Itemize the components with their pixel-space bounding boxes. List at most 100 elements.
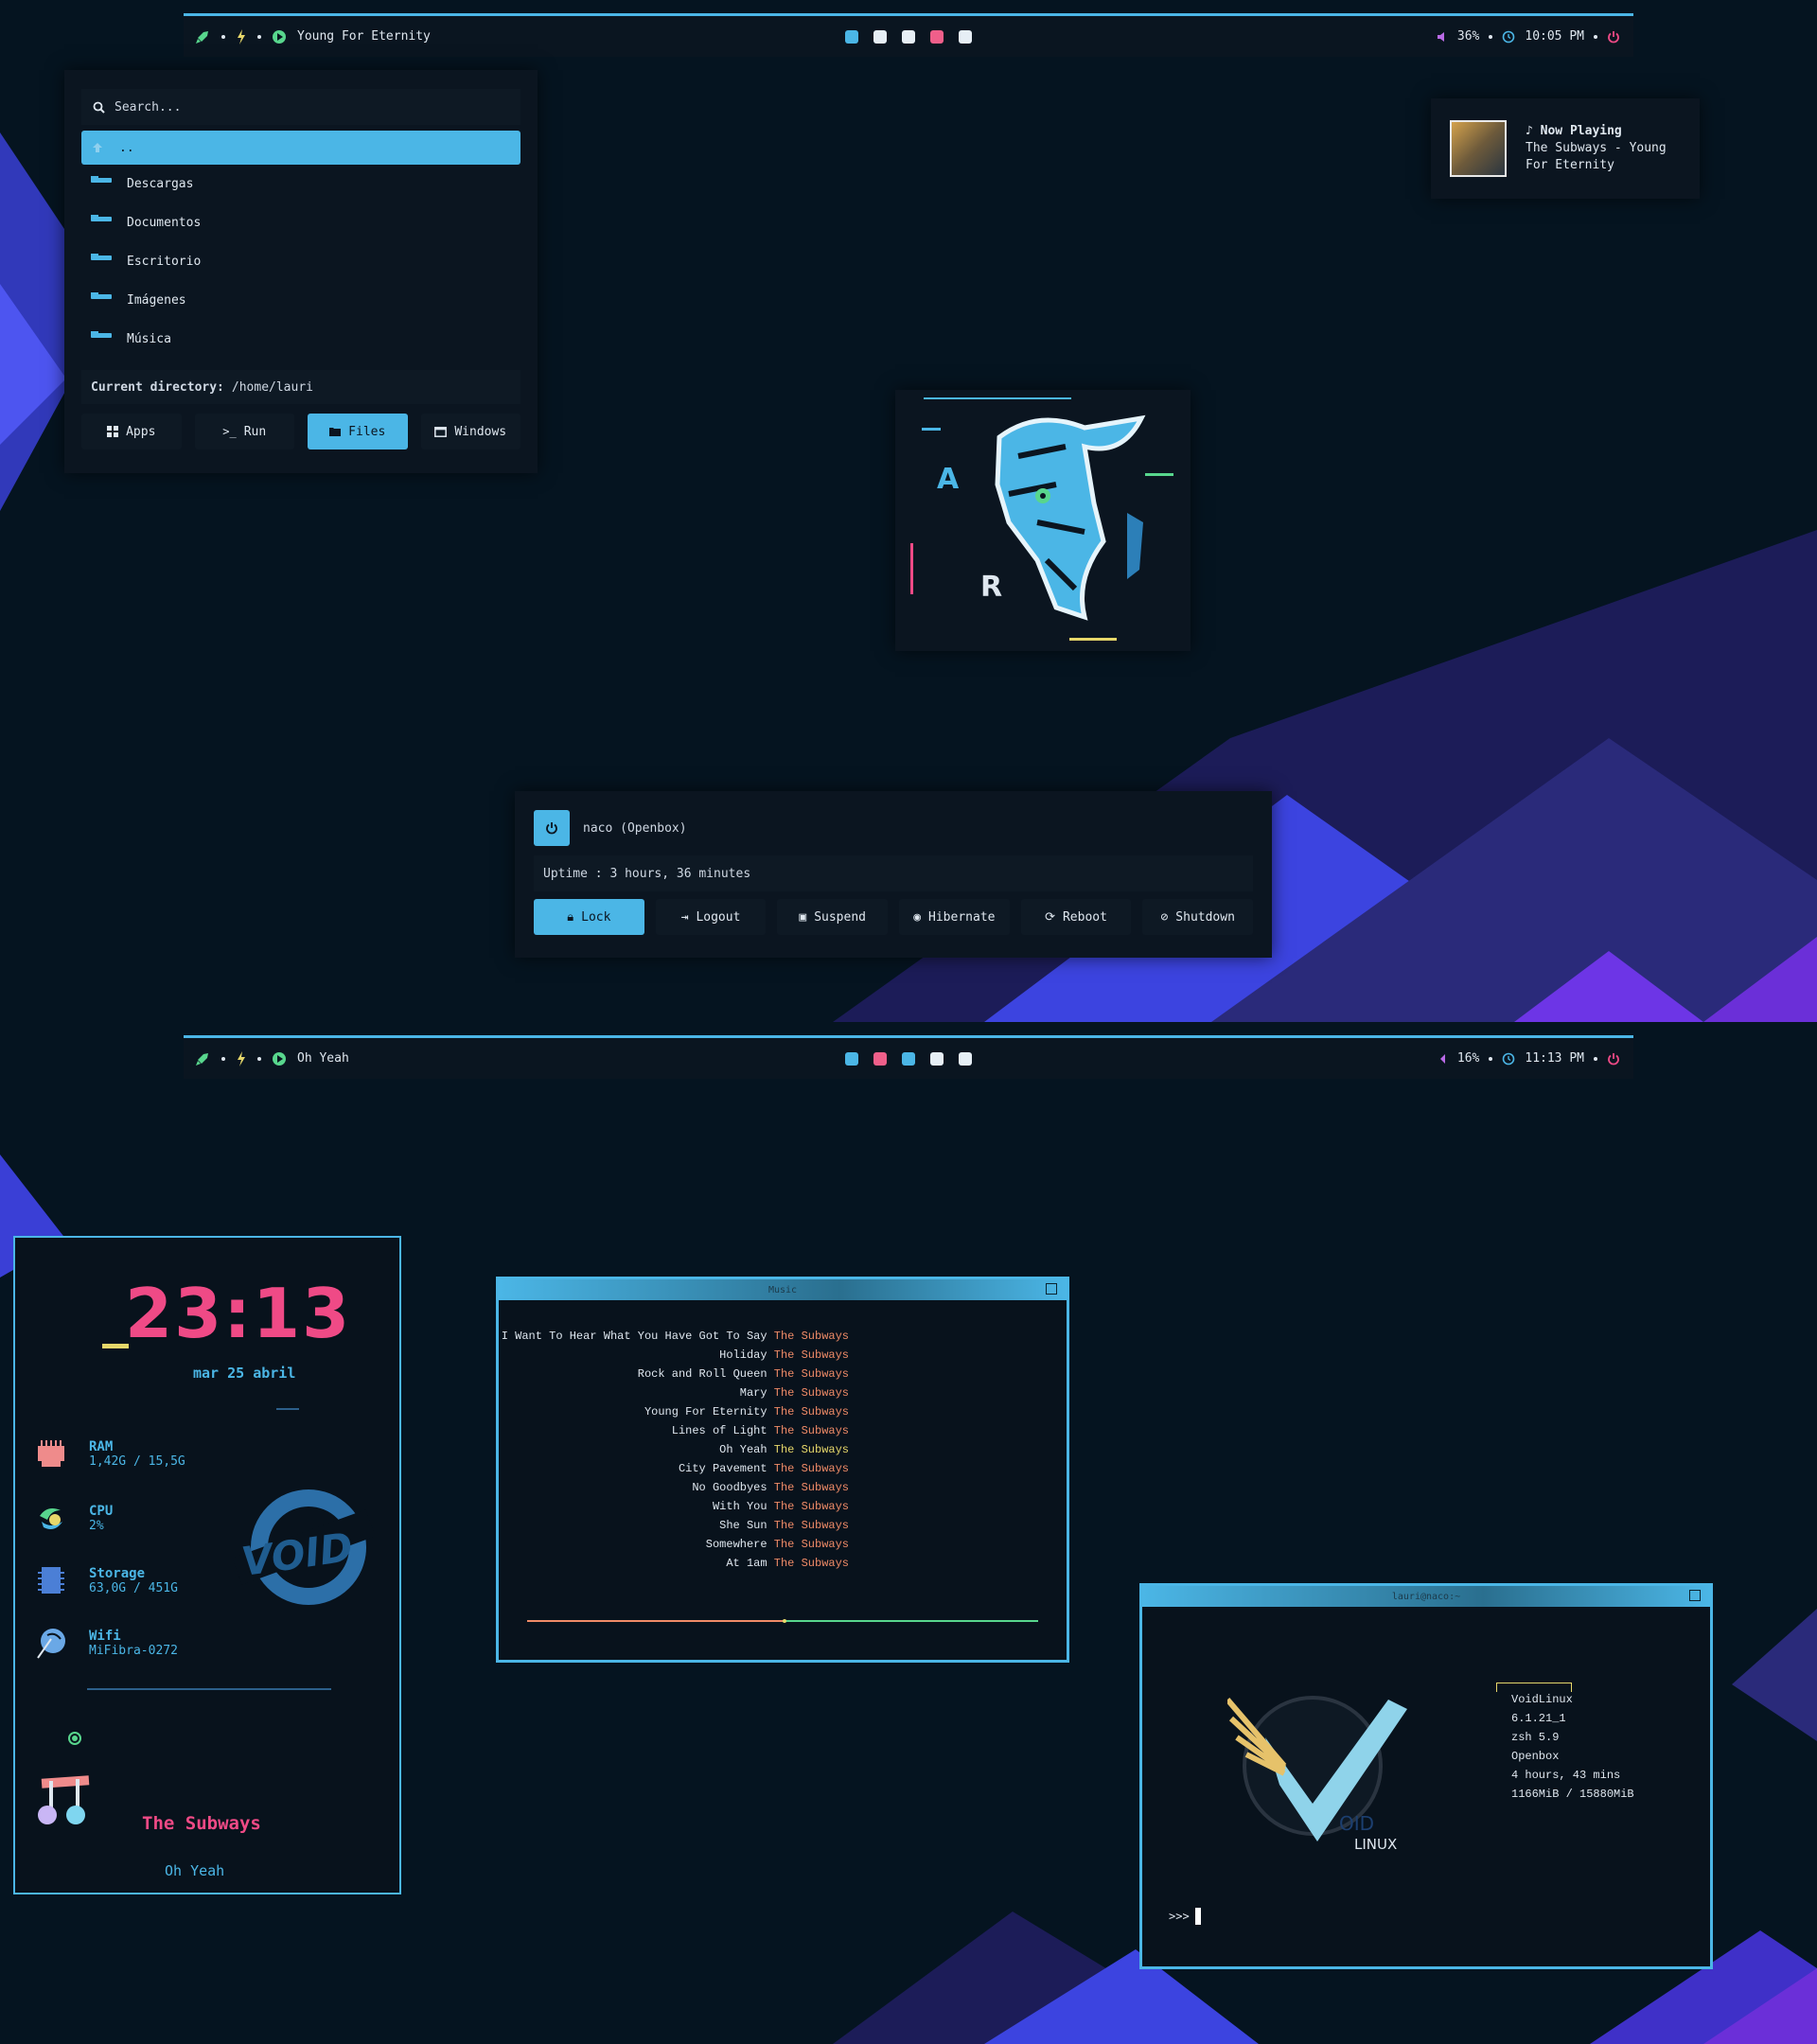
mode-windows-button[interactable]: Windows [420, 414, 520, 449]
workspace-1[interactable] [845, 29, 858, 44]
playlist-track[interactable]: Young For Eternity The Subways [499, 1402, 849, 1421]
album-art-graphic: A R [910, 397, 1173, 641]
file-entry-label: Imágenes [127, 293, 186, 308]
playlist-track[interactable]: Mary The Subways [499, 1383, 849, 1402]
workspace-4[interactable] [930, 29, 944, 44]
void-linux-logo: OID LINUX [1227, 1696, 1407, 1853]
file-entry-escritorio[interactable]: Escritorio [81, 242, 520, 281]
mode-apps-button[interactable]: Apps [81, 414, 182, 449]
track-title: At 1am [726, 1557, 767, 1570]
bottom-bar: Oh Yeah 16% 11:13 PM [184, 1035, 1633, 1079]
file-entry-label: Escritorio [127, 255, 202, 269]
playlist-track[interactable]: Somewhere The Subways [499, 1535, 849, 1554]
playlist-track[interactable]: City Pavement The Subways [499, 1459, 849, 1478]
lightning-icon[interactable] [237, 28, 246, 44]
workspace-4[interactable] [930, 1051, 944, 1066]
reboot-button[interactable]: ⟳ Reboot [1020, 899, 1132, 935]
rocket-icon[interactable] [195, 29, 210, 44]
file-entry-descargas[interactable]: Descargas [81, 165, 520, 203]
power-icon[interactable] [1607, 30, 1620, 44]
track-artist: The Subways [773, 1462, 849, 1475]
track-title: Oh Yeah [719, 1443, 767, 1456]
folder-icon [91, 254, 112, 260]
volume-icon[interactable] [1437, 1053, 1448, 1065]
playlist-track[interactable]: Holiday The Subways [499, 1346, 849, 1365]
playlist-track[interactable]: She Sun The Subways [499, 1516, 849, 1535]
workspace-2[interactable] [873, 1051, 887, 1066]
folder-icon [329, 427, 342, 436]
volume-value[interactable]: 16% [1457, 1051, 1479, 1066]
terminal-window[interactable]: lauri@naco:~ OID LINUX VoidLinux 6.1.21_… [1139, 1583, 1713, 1969]
play-icon[interactable] [273, 29, 286, 44]
workspace-indicators [845, 1051, 972, 1066]
power-icon[interactable] [1607, 1052, 1620, 1066]
maximize-icon[interactable] [1689, 1590, 1701, 1601]
play-icon[interactable] [273, 1051, 286, 1066]
mode-label: Apps [126, 424, 156, 439]
desktop-screen-top: Young For Eternity 36% 10:05 PM Search..… [0, 0, 1817, 1022]
lock-button[interactable]: 🔒︎ Lock [534, 899, 644, 935]
track-title: With You [712, 1500, 767, 1513]
playlist-track[interactable]: No Goodbyes The Subways [499, 1478, 849, 1497]
logout-button[interactable]: ⇥ Logout [655, 899, 767, 935]
file-entry-imagenes[interactable]: Imágenes [81, 281, 520, 320]
cpu-icon [40, 1508, 62, 1529]
volume-icon[interactable] [1437, 31, 1448, 43]
terminal-prompt[interactable]: >>> [1169, 1908, 1201, 1925]
bar-now-playing[interactable]: Oh Yeah [297, 1051, 349, 1066]
track-artist: The Subways [773, 1405, 849, 1418]
shutdown-button[interactable]: ⊘ Shutdown [1142, 899, 1254, 935]
now-playing-line2: For Eternity [1526, 158, 1614, 172]
lightning-icon[interactable] [237, 1050, 246, 1066]
window-titlebar[interactable]: Music [499, 1279, 1067, 1300]
hibernate-button[interactable]: ◉ Hibernate [899, 899, 1010, 935]
playback-progress[interactable] [527, 1619, 1038, 1623]
file-entry-musica[interactable]: Música [81, 320, 520, 359]
file-entry-parent[interactable]: .. [81, 131, 520, 165]
track-artist: The Subways [773, 1443, 849, 1456]
search-field[interactable]: Search... [81, 89, 520, 125]
search-placeholder: Search... [115, 99, 182, 115]
logo-text-linux: LINUX [1354, 1836, 1397, 1853]
file-entry-documentos[interactable]: Documentos [81, 203, 520, 242]
music-player-window[interactable]: Music I Want To Hear What You Have Got T… [496, 1277, 1069, 1663]
desktop-screen-bottom: Oh Yeah 16% 11:13 PM 23:13 mar 25 abril … [0, 1022, 1817, 2044]
folder-icon [91, 292, 112, 299]
mode-files-button[interactable]: Files [308, 414, 408, 449]
shutdown-icon: ⊘ [1160, 909, 1169, 925]
mode-label: Run [243, 424, 267, 439]
playlist-track[interactable]: Rock and Roll Queen The Subways [499, 1365, 849, 1383]
workspace-3[interactable] [902, 29, 915, 44]
cpu-stat: CPU 2% [34, 1501, 113, 1535]
workspace-1[interactable] [845, 1051, 858, 1066]
mode-run-button[interactable]: >_ Run [194, 414, 294, 449]
power-icon-button[interactable] [534, 810, 570, 846]
suspend-button[interactable]: ▣ Suspend [777, 899, 889, 935]
maximize-icon[interactable] [1046, 1283, 1057, 1295]
window-titlebar[interactable]: lauri@naco:~ [1142, 1586, 1710, 1607]
text-cursor [1194, 1908, 1201, 1925]
info-uptime: 4 hours, 43 mins [1511, 1769, 1621, 1782]
playlist-track[interactable]: Oh Yeah The Subways [499, 1440, 849, 1459]
track-title: Holiday [719, 1348, 767, 1362]
suspend-icon: ▣ [799, 909, 807, 925]
logo-text-oid: OID [1339, 1812, 1374, 1835]
playlist-track[interactable]: I Want To Hear What You Have Got To Say … [499, 1327, 849, 1346]
workspace-3[interactable] [902, 1051, 915, 1066]
playlist-track[interactable]: Lines of Light The Subways [499, 1421, 849, 1440]
playlist-track[interactable]: With You The Subways [499, 1497, 849, 1516]
workspace-5[interactable] [959, 29, 972, 44]
app-launcher: Search... .. Descargas Documentos Escrit… [64, 70, 538, 473]
workspace-5[interactable] [959, 1051, 972, 1066]
rocket-icon[interactable] [195, 1051, 210, 1066]
track-artist: The Subways [773, 1424, 849, 1437]
cpu-label: CPU [89, 1503, 114, 1519]
volume-value[interactable]: 36% [1457, 29, 1479, 44]
info-kernel: 6.1.21_1 [1511, 1712, 1566, 1725]
workspace-2[interactable] [873, 29, 887, 44]
playlist-track[interactable]: At 1am The Subways [499, 1554, 849, 1573]
bar-now-playing[interactable]: Young For Eternity [297, 29, 431, 44]
logout-icon: ⇥ [680, 909, 689, 925]
track-title: I Want To Hear What You Have Got To Say [501, 1330, 767, 1343]
wifi-stat: Wifi MiFibra-0272 [34, 1626, 178, 1660]
